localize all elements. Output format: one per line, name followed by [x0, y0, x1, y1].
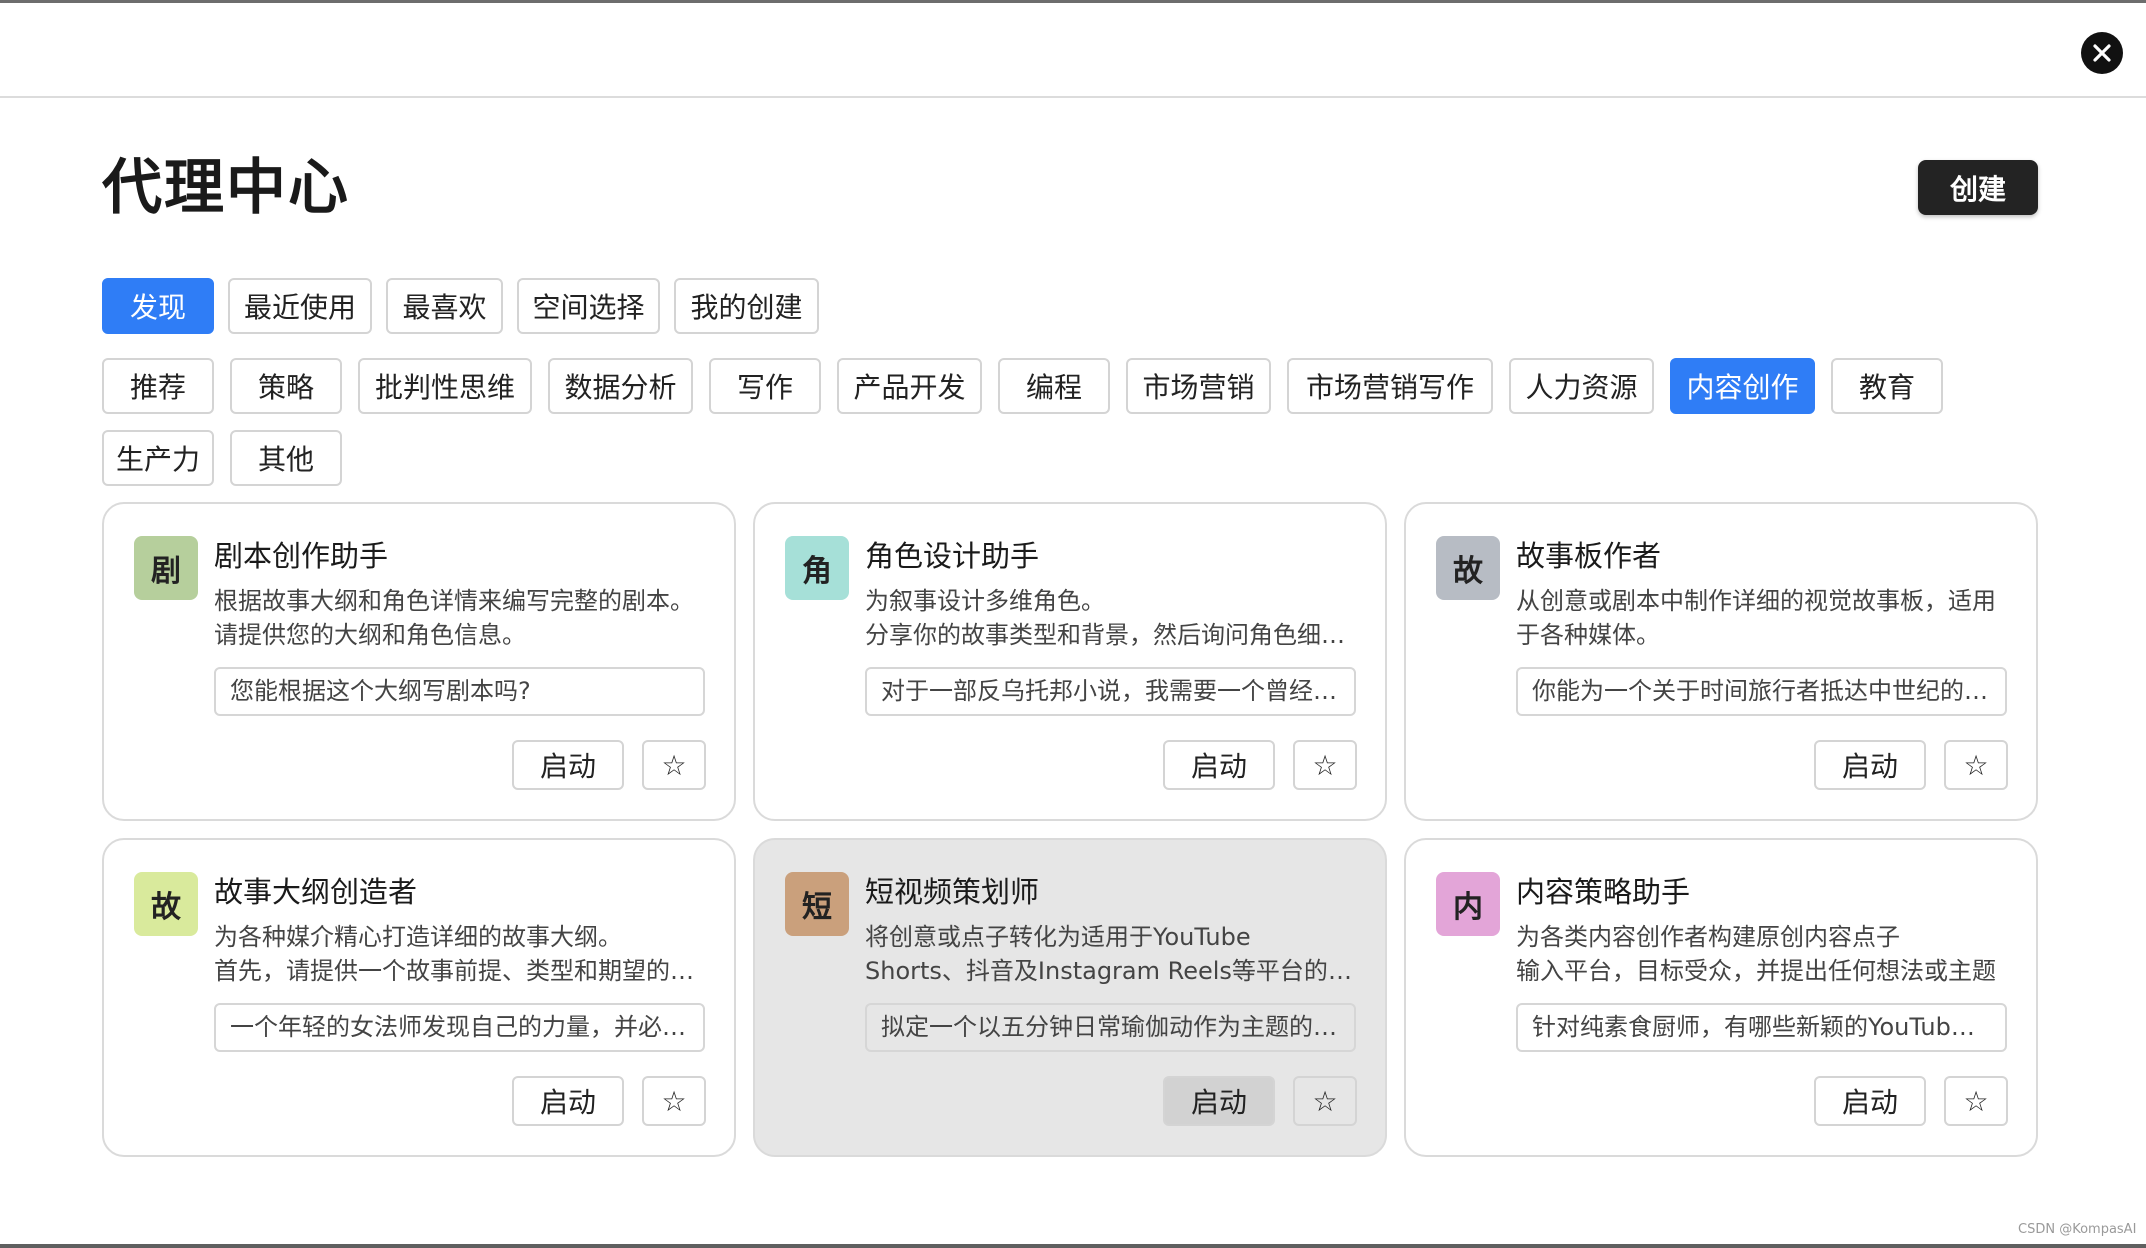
category-product-development[interactable]: 产品开发 — [837, 358, 982, 414]
launch-button[interactable]: 启动 — [512, 1076, 624, 1126]
category-row-2: 生产力 其他 — [102, 430, 342, 486]
agent-description-line: 为各类内容创作者构建原创内容点子 — [1516, 923, 1900, 951]
category-productivity[interactable]: 生产力 — [102, 430, 214, 486]
agent-description: 为叙事设计多维角色。分享你的故事类型和背景，然后询问角色细… — [865, 584, 1355, 652]
example-prompt-button[interactable]: 对于一部反乌托邦小说，我需要一个曾经… — [865, 667, 1356, 716]
tab-my-creations[interactable]: 我的创建 — [674, 278, 819, 334]
tab-space-select[interactable]: 空间选择 — [517, 278, 660, 334]
star-icon: ☆ — [661, 1084, 687, 1118]
window-bottom-border — [0, 1244, 2146, 1248]
category-data-analysis[interactable]: 数据分析 — [548, 358, 693, 414]
category-programming[interactable]: 编程 — [998, 358, 1110, 414]
agent-description-line: Shorts、抖音及Instagram Reels等平台的短… — [865, 957, 1355, 985]
agent-description-line: 为各种媒介精心打造详细的故事大纲。 — [214, 923, 622, 951]
watermark: CSDN @KompasAI — [2018, 1222, 2137, 1237]
agent-card[interactable]: 角角色设计助手为叙事设计多维角色。分享你的故事类型和背景，然后询问角色细… 对于一… — [753, 502, 1387, 821]
example-prompt-button[interactable]: 针对纯素食厨师，有哪些新颖的YouTub… — [1516, 1003, 2007, 1052]
agent-card-grid: 剧剧本创作助手根据故事大纲和角色详情来编写完整的剧本。 请提供您的大纲和角色信息。… — [102, 502, 2038, 1157]
agent-description-line: 首先，请提供一个故事前提、类型和期望的… — [214, 957, 694, 985]
agent-name: 角色设计助手 — [865, 539, 1040, 573]
agent-description-line: 分享你的故事类型和背景，然后询问角色细… — [865, 621, 1345, 649]
agent-description-line: 根据故事大纲和角色详情来编写完整的剧本。 — [214, 587, 694, 615]
star-icon: ☆ — [1312, 748, 1338, 782]
launch-button[interactable]: 启动 — [1163, 740, 1275, 790]
view-tabs: 发现 最近使用 最喜欢 空间选择 我的创建 — [102, 278, 819, 334]
agent-name: 剧本创作助手 — [214, 539, 389, 573]
launch-button[interactable]: 启动 — [1814, 1076, 1926, 1126]
launch-button[interactable]: 启动 — [1814, 740, 1926, 790]
agent-card[interactable]: 短短视频策划师将创意或点子转化为适用于YouTube Shorts、抖音及Inst… — [753, 838, 1387, 1157]
category-recommended[interactable]: 推荐 — [102, 358, 214, 414]
page-title: 代理中心 — [102, 153, 350, 223]
agent-card[interactable]: 剧剧本创作助手根据故事大纲和角色详情来编写完整的剧本。 请提供您的大纲和角色信息。… — [102, 502, 736, 821]
star-icon: ☆ — [1312, 1084, 1338, 1118]
favorite-star-button[interactable]: ☆ — [1944, 1076, 2008, 1126]
agent-name: 故事板作者 — [1516, 539, 1662, 573]
star-icon: ☆ — [1963, 1084, 1989, 1118]
agent-description: 为各类内容创作者构建原创内容点子输入平台，目标受众，并提出任何想法或主题 — [1516, 920, 2006, 988]
agent-description: 根据故事大纲和角色详情来编写完整的剧本。 请提供您的大纲和角色信息。 — [214, 584, 704, 652]
agent-description: 将创意或点子转化为适用于YouTube Shorts、抖音及Instagram R… — [865, 920, 1355, 988]
favorite-star-button[interactable]: ☆ — [642, 740, 706, 790]
agent-description: 为各种媒介精心打造详细的故事大纲。首先，请提供一个故事前提、类型和期望的… — [214, 920, 704, 988]
agent-avatar: 剧 — [134, 536, 198, 600]
category-marketing[interactable]: 市场营销 — [1126, 358, 1271, 414]
category-writing[interactable]: 写作 — [709, 358, 821, 414]
example-prompt-button[interactable]: 一个年轻的女法师发现自己的力量，并必… — [214, 1003, 705, 1052]
agent-name: 内容策略助手 — [1516, 875, 1691, 909]
category-critical-thinking[interactable]: 批判性思维 — [358, 358, 532, 414]
agent-card[interactable]: 故故事板作者从创意或剧本中制作详细的视觉故事板，适用 于各种媒体。你能为一个关于时… — [1404, 502, 2038, 821]
agent-avatar: 短 — [785, 872, 849, 936]
example-prompt-button[interactable]: 您能根据这个大纲写剧本吗? — [214, 667, 705, 716]
tab-recent[interactable]: 最近使用 — [228, 278, 372, 334]
category-content-creation[interactable]: 内容创作 — [1670, 358, 1815, 414]
agent-avatar: 内 — [1436, 872, 1500, 936]
agent-avatar: 故 — [134, 872, 198, 936]
close-button[interactable] — [2081, 32, 2123, 74]
agent-avatar: 故 — [1436, 536, 1500, 600]
close-icon — [2093, 44, 2111, 62]
agent-description-line: 请提供您的大纲和角色信息。 — [214, 621, 526, 649]
star-icon: ☆ — [1963, 748, 1989, 782]
category-other[interactable]: 其他 — [230, 430, 342, 486]
agent-description-line: 将创意或点子转化为适用于YouTube — [865, 923, 1251, 951]
star-icon: ☆ — [661, 748, 687, 782]
tab-favorites[interactable]: 最喜欢 — [386, 278, 503, 334]
category-strategy[interactable]: 策略 — [230, 358, 342, 414]
launch-button[interactable]: 启动 — [512, 740, 624, 790]
example-prompt-button[interactable]: 你能为一个关于时间旅行者抵达中世纪的… — [1516, 667, 2007, 716]
agent-name: 故事大纲创造者 — [214, 875, 418, 909]
agent-avatar: 角 — [785, 536, 849, 600]
category-row-1: 推荐 策略 批判性思维 数据分析 写作 产品开发 编程 市场营销 市场营销写作 … — [102, 358, 1943, 414]
category-hr[interactable]: 人力资源 — [1509, 358, 1654, 414]
tab-discover[interactable]: 发现 — [102, 278, 214, 334]
agent-name: 短视频策划师 — [865, 875, 1040, 909]
favorite-star-button[interactable]: ☆ — [642, 1076, 706, 1126]
agent-description-line: 从创意或剧本中制作详细的视觉故事板，适用 — [1516, 587, 1996, 615]
agent-description-line: 于各种媒体。 — [1516, 621, 1660, 649]
agent-description-line: 为叙事设计多维角色。 — [865, 587, 1105, 615]
category-marketing-writing[interactable]: 市场营销写作 — [1287, 358, 1493, 414]
favorite-star-button[interactable]: ☆ — [1293, 740, 1357, 790]
agent-card[interactable]: 内内容策略助手为各类内容创作者构建原创内容点子输入平台，目标受众，并提出任何想法… — [1404, 838, 2038, 1157]
agent-description-line: 输入平台，目标受众，并提出任何想法或主题 — [1516, 957, 1996, 985]
category-education[interactable]: 教育 — [1831, 358, 1943, 414]
agent-description: 从创意或剧本中制作详细的视觉故事板，适用 于各种媒体。 — [1516, 584, 2006, 652]
create-button[interactable]: 创建 — [1918, 160, 2038, 215]
agent-card[interactable]: 故故事大纲创造者为各种媒介精心打造详细的故事大纲。首先，请提供一个故事前提、类型… — [102, 838, 736, 1157]
modal-header — [0, 3, 2146, 98]
favorite-star-button[interactable]: ☆ — [1293, 1076, 1357, 1126]
example-prompt-button[interactable]: 拟定一个以五分钟日常瑜伽动作为主题的… — [865, 1003, 1356, 1052]
favorite-star-button[interactable]: ☆ — [1944, 740, 2008, 790]
launch-button[interactable]: 启动 — [1163, 1076, 1275, 1126]
